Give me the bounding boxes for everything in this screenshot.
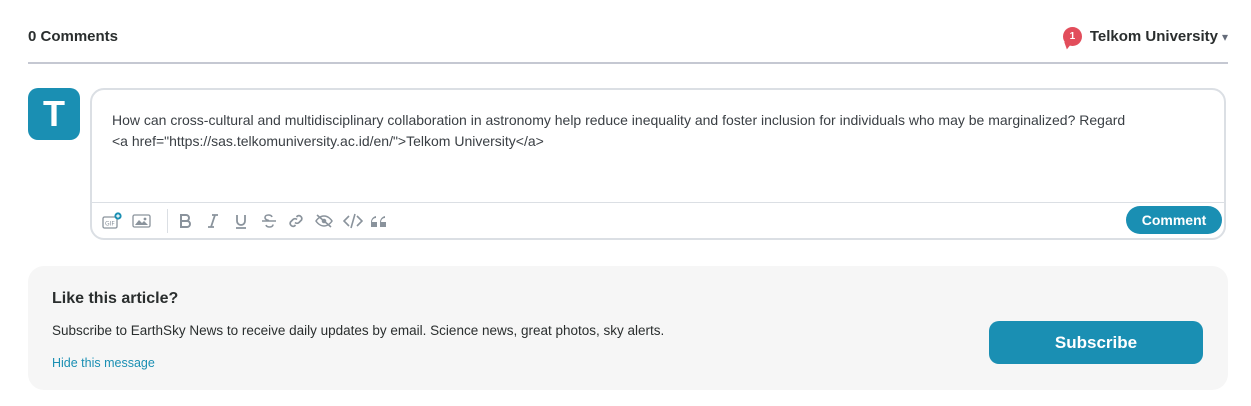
user-name[interactable]: Telkom University [1090,28,1218,45]
toolbar-divider [167,209,168,233]
svg-text:GIF: GIF [105,221,115,228]
image-icon[interactable] [132,211,152,231]
promo-title: Like this article? [52,290,179,307]
underline-icon[interactable] [231,211,251,231]
subscribe-button[interactable]: Subscribe [989,321,1203,364]
quote-icon[interactable] [370,211,390,231]
notification-badge[interactable]: 1 [1062,27,1082,46]
chevron-down-icon[interactable]: ▾ [1222,30,1228,44]
avatar: T [28,88,80,140]
subscribe-promo: Like this article? Subscribe to EarthSky… [28,266,1228,390]
italic-icon[interactable] [203,211,223,231]
promo-text: Subscribe to EarthSky News to receive da… [52,323,665,338]
hide-message-link[interactable]: Hide this message [52,356,155,370]
editor-toolbar: GIF Comment [92,202,1224,238]
comment-button[interactable]: Comment [1126,206,1222,234]
bold-icon[interactable] [175,211,195,231]
comments-header: 0 Comments 1 Telkom University ▾ [28,0,1228,64]
user-menu[interactable]: 1 Telkom University ▾ [1062,27,1228,46]
gif-icon[interactable]: GIF [102,211,122,231]
link-icon[interactable] [286,211,306,231]
comment-textarea[interactable]: How can cross-cultural and multidiscipli… [112,110,1212,152]
spoiler-icon[interactable] [314,211,334,231]
strikethrough-icon[interactable] [259,211,279,231]
comment-editor[interactable]: How can cross-cultural and multidiscipli… [90,88,1226,240]
code-icon[interactable] [343,211,363,231]
comment-count: 0 Comments [28,28,119,45]
